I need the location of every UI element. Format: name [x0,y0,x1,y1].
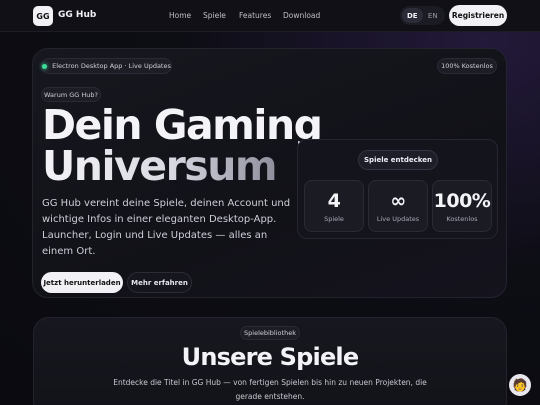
status-dot-icon [42,63,48,69]
library-tag: Spielebibliothek [240,326,300,340]
stat-label: Kostenlos [446,215,478,223]
stat-card-games: 4 Spiele [304,180,364,232]
nav-link-download[interactable]: Download [283,11,320,20]
nav-link-spiele[interactable]: Spiele [203,11,226,20]
lang-de-button[interactable]: DE [402,8,423,23]
brand-name[interactable]: GG Hub [58,10,96,20]
hero-headline-line-1: Dein Gaming [42,101,323,149]
library-description: Entdecke die Titel in GG Hub — von ferti… [113,378,427,401]
stat-value: ∞ [390,190,406,212]
logo-icon[interactable]: GG [33,6,53,26]
hero-description: GG Hub vereint deine Spiele, deinen Acco… [42,198,291,257]
free-badge: 100% Kostenlos [437,58,497,74]
learn-more-button[interactable]: Mehr erfahren [127,272,192,293]
stat-label: Spiele [324,215,344,223]
download-button[interactable]: Jetzt herunterladen [41,272,123,293]
hero-headline-line-2: Universum [42,142,278,190]
discover-games-button[interactable]: Spiele entdecken [358,150,438,170]
stat-label: Live Updates [376,215,420,223]
library-title: Unsere Spiele [181,343,359,371]
stat-card-live-updates: ∞ Live Updates [368,180,428,232]
nav-link-features[interactable]: Features [239,11,271,20]
electron-badge: Electron Desktop App · Live Updates [41,58,172,74]
stat-value: 100% [433,190,491,212]
language-switcher: DE EN [400,6,445,25]
stat-value: 4 [327,190,341,212]
stat-card-free: 100% Kostenlos [432,180,492,232]
top-navigation: GG GG Hub Home Spiele Features Download … [0,0,540,32]
lang-en-button[interactable]: EN [423,8,444,23]
nav-link-home[interactable]: Home [169,11,191,20]
why-badge: Warum GG Hub? [41,87,101,102]
person-icon[interactable]: 🧑 [509,374,531,396]
electron-badge-label: Electron Desktop App · Live Updates [52,62,171,70]
register-button[interactable]: Registrieren [449,5,507,26]
